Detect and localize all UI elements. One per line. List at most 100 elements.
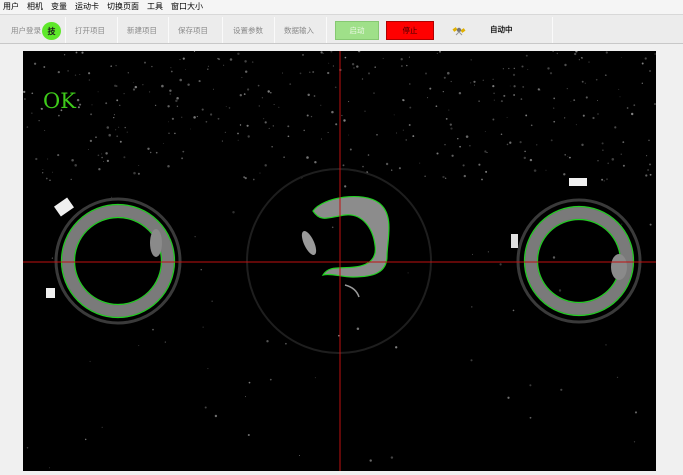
noise-speck [132, 88, 136, 91]
noise-speck [574, 52, 577, 56]
noise-speck [341, 114, 343, 117]
noise-speck [605, 344, 607, 346]
noise-speck [626, 107, 629, 109]
noise-speck [620, 153, 622, 155]
noise-speck [48, 467, 51, 469]
noise-speck [258, 105, 261, 107]
noise-speck [174, 132, 176, 135]
noise-speck [529, 384, 532, 387]
noise-speck [492, 118, 495, 121]
noise-speck [487, 251, 489, 253]
noise-speck [244, 60, 247, 63]
noise-speck [264, 164, 267, 167]
noise-speck [520, 98, 523, 100]
noise-speck [649, 173, 652, 176]
menu-motion-card[interactable]: 运动卡 [72, 0, 104, 14]
camera-view[interactable]: OK [23, 51, 656, 471]
noise-speck [482, 79, 484, 81]
noise-speck [473, 80, 476, 83]
noise-speck [536, 144, 538, 146]
menu-window-size[interactable]: 窗口大小 [168, 0, 208, 14]
noise-speck [622, 141, 625, 143]
noise-speck [447, 71, 450, 75]
menu-bar: 用户 相机 变量 运动卡 切换页面 工具 窗口大小 [0, 0, 683, 14]
noise-speck [647, 168, 650, 172]
noise-speck [105, 152, 108, 155]
toolbar-divider [326, 17, 327, 43]
noise-speck [406, 64, 408, 67]
noise-speck [42, 172, 44, 174]
noise-speck [395, 346, 398, 349]
noise-speck [566, 88, 568, 90]
noise-speck [103, 161, 104, 163]
noise-speck [391, 169, 393, 171]
noise-speck [273, 104, 275, 106]
menu-switch-page[interactable]: 切换页面 [104, 0, 144, 14]
open-project-button[interactable]: 打开项目 [71, 23, 109, 38]
noise-speck [641, 62, 644, 65]
save-project-button[interactable]: 保存项目 [174, 23, 212, 38]
noise-speck [478, 163, 481, 166]
noise-speck [549, 72, 553, 75]
noise-speck [132, 81, 134, 83]
noise-speck [611, 158, 615, 161]
noise-speck [169, 93, 171, 95]
noise-speck [33, 62, 37, 65]
noise-speck [123, 156, 126, 159]
settings-button[interactable]: 设置参数 [228, 23, 268, 38]
noise-speck [49, 179, 51, 181]
noise-speck [77, 106, 80, 109]
noise-speck [601, 142, 604, 145]
noise-speck [193, 116, 196, 119]
start-button[interactable]: 启动 [335, 21, 379, 40]
noise-speck [179, 78, 182, 82]
menu-camera[interactable]: 相机 [24, 0, 48, 14]
noise-speck [237, 139, 239, 141]
noise-speck [462, 164, 465, 167]
noise-speck [278, 106, 280, 108]
noise-speck [42, 169, 44, 170]
noise-speck [521, 65, 524, 68]
noise-speck [142, 84, 144, 86]
noise-speck [320, 104, 322, 106]
noise-speck [246, 124, 249, 127]
new-project-button[interactable]: 新建项目 [123, 23, 161, 38]
noise-speck [435, 105, 438, 108]
noise-speck [481, 178, 483, 181]
noise-speck [76, 98, 80, 102]
noise-speck [509, 141, 512, 144]
noise-speck [134, 85, 138, 89]
noise-speck [190, 128, 191, 130]
noise-speck [289, 83, 292, 85]
noise-speck [38, 120, 40, 122]
noise-speck [181, 116, 183, 119]
noise-speck [211, 300, 213, 302]
noise-speck [116, 135, 119, 138]
noise-speck [463, 174, 466, 178]
noise-speck [533, 169, 537, 172]
noise-speck [344, 185, 347, 188]
noise-speck [307, 93, 310, 97]
noise-speck [282, 72, 284, 74]
stop-button[interactable]: 停止 [386, 21, 434, 40]
technician-badge[interactable]: 技 [42, 22, 61, 40]
noise-speck [364, 110, 366, 112]
noise-speck [458, 91, 462, 95]
noise-speck [444, 177, 447, 180]
noise-speck [243, 176, 245, 178]
noise-speck [239, 124, 242, 126]
menu-user[interactable]: 用户 [0, 0, 24, 14]
noise-speck [212, 88, 214, 90]
noise-speck [382, 57, 384, 59]
noise-speck [119, 140, 122, 143]
menu-tools[interactable]: 工具 [144, 0, 168, 14]
noise-speck [436, 152, 439, 155]
menu-variables[interactable]: 变量 [48, 0, 72, 14]
noise-speck [202, 326, 204, 328]
data-input-button[interactable]: 数据输入 [280, 23, 318, 38]
noise-speck [26, 126, 29, 128]
noise-speck [356, 65, 359, 68]
noise-speck [283, 156, 285, 159]
noise-speck [348, 134, 350, 136]
noise-speck [313, 95, 316, 97]
